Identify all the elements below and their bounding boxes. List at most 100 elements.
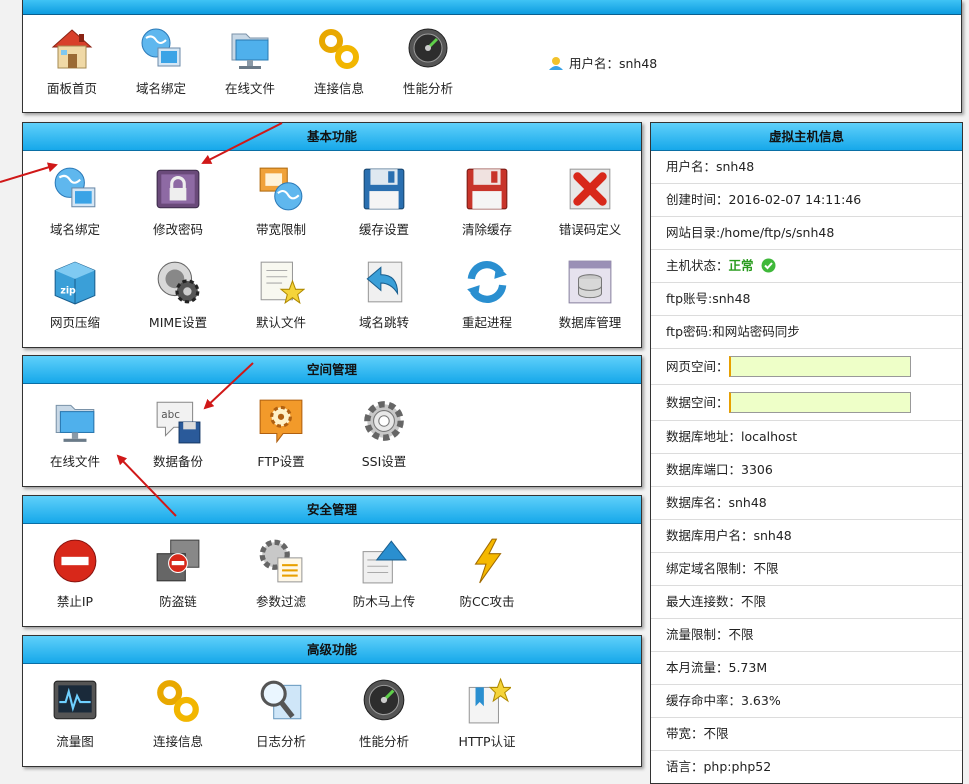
user-info: 用户名：snh48 — [548, 53, 657, 72]
bandwidth-icon — [259, 167, 303, 211]
info-created: 创建时间：2016-02-07 14:11:46 — [651, 184, 962, 217]
item-label: 在线文件 — [49, 454, 100, 469]
performance-icon — [408, 28, 448, 68]
panel-security-title: 安全管理 — [23, 496, 641, 524]
info-db-port: 数据库端口：3306 — [651, 454, 962, 487]
basic-restart-process[interactable]: 重起进程 — [448, 258, 526, 331]
mime-gear-icon — [157, 261, 200, 304]
backup-icon: abc — [156, 401, 201, 444]
item-label: 流量图 — [56, 734, 94, 749]
filter-icon — [259, 539, 303, 583]
domain-icon — [54, 167, 96, 208]
info-data-space: 数据空间： — [651, 385, 962, 421]
advanced-log-analysis[interactable]: 日志分析 — [242, 677, 320, 750]
item-label: 域名跳转 — [358, 315, 409, 330]
item-label: 缓存设置 — [358, 222, 409, 237]
item-label: 禁止IP — [56, 594, 94, 609]
item-label: 数据备份 — [152, 454, 203, 469]
database-icon — [568, 260, 612, 304]
basic-default-file[interactable]: 默认文件 — [242, 258, 320, 331]
info-db-name: 数据库名：snh48 — [651, 487, 962, 520]
top-nav-label: 性能分析 — [402, 81, 453, 96]
info-data-space-label: 数据空间： — [666, 395, 729, 410]
top-nav-label: 面板首页 — [46, 81, 97, 96]
info-ftp-account: ftp账号:snh48 — [651, 283, 962, 316]
chain-icon — [319, 29, 359, 69]
advanced-connection-info[interactable]: 连接信息 — [139, 677, 217, 750]
info-web-space: 网页空间： — [651, 349, 962, 385]
top-nav-label: 在线文件 — [224, 81, 275, 96]
top-nav-panel: 面板首页 域名绑定 在线文件 连接信息 性能分析 用户名：snh48 — [22, 0, 962, 113]
item-label: SSI设置 — [361, 454, 407, 469]
folder-icon — [231, 33, 269, 69]
info-web-space-label: 网页空间： — [666, 359, 729, 374]
domain-icon — [141, 28, 181, 67]
svg-text:zip: zip — [60, 285, 76, 296]
item-label: 防木马上传 — [352, 594, 416, 609]
info-status: 主机状态：正常 — [651, 250, 962, 283]
info-ftp-password: ftp密码:和网站密码同步 — [651, 316, 962, 349]
basic-error-code[interactable]: 错误码定义 — [551, 165, 629, 238]
item-label: HTTP认证 — [458, 734, 516, 749]
top-nav-home[interactable]: 面板首页 — [33, 26, 111, 97]
panel-advanced-title: 高级功能 — [23, 636, 641, 664]
item-label: 重起进程 — [461, 315, 512, 330]
top-nav-performance[interactable]: 性能分析 — [389, 26, 467, 97]
info-status-label: 主机状态： — [666, 258, 729, 273]
host-info-title: 虚拟主机信息 — [651, 123, 962, 151]
basic-bandwidth-limit[interactable]: 带宽限制 — [242, 165, 320, 238]
panel-advanced: 高级功能 流量图 连接信息 日志分析 性能分析 HTTP认证 — [22, 635, 642, 767]
basic-clear-cache[interactable]: 清除缓存 — [448, 165, 526, 238]
panel-basic-title: 基本功能 — [23, 123, 641, 151]
http-auth-icon — [468, 677, 511, 724]
security-param-filter[interactable]: 参数过滤 — [242, 537, 320, 610]
home-icon — [51, 29, 93, 69]
basic-mime[interactable]: MIME设置 — [139, 258, 217, 331]
item-label: 错误码定义 — [558, 222, 622, 237]
panel-basic: 基本功能 域名绑定 修改密码 带宽限制 缓存设置 清除缓存 错误码定义 zip … — [22, 122, 642, 348]
hotlink-icon — [156, 539, 200, 582]
basic-change-password[interactable]: 修改密码 — [139, 165, 217, 238]
basic-domain-bind[interactable]: 域名绑定 — [36, 165, 114, 238]
advanced-traffic-chart[interactable]: 流量图 — [36, 677, 114, 750]
top-nav-connection[interactable]: 连接信息 — [300, 26, 378, 97]
security-anti-trojan-upload[interactable]: 防木马上传 — [345, 537, 423, 610]
restart-icon — [467, 261, 507, 303]
item-label: 防盗链 — [159, 594, 197, 609]
info-status-value: 正常 — [728, 258, 754, 273]
item-label: 性能分析 — [358, 734, 409, 749]
basic-web-compress[interactable]: zip 网页压缩 — [36, 258, 114, 331]
security-forbid-ip[interactable]: 禁止IP — [36, 537, 114, 610]
item-label: 带宽限制 — [255, 222, 306, 237]
folder-icon — [55, 404, 95, 442]
top-nav-label: 域名绑定 — [135, 81, 186, 96]
info-cache-hit: 缓存命中率：3.63% — [651, 685, 962, 718]
basic-database-manage[interactable]: 数据库管理 — [551, 258, 629, 331]
chain-icon — [157, 680, 199, 722]
panel-space: 空间管理 在线文件 abc 数据备份 FTP设置 SSI设置 — [22, 355, 642, 487]
panel-security: 安全管理 禁止IP 防盗链 参数过滤 防木马上传 防CC攻击 — [22, 495, 642, 627]
space-online-files[interactable]: 在线文件 — [36, 397, 114, 470]
space-ftp-settings[interactable]: FTP设置 — [242, 397, 320, 470]
top-nav-domain[interactable]: 域名绑定 — [122, 26, 200, 97]
lightning-icon — [474, 538, 502, 584]
panel-space-title: 空间管理 — [23, 356, 641, 384]
check-icon — [761, 258, 776, 273]
item-label: 网页压缩 — [49, 315, 100, 330]
info-username: 用户名：snh48 — [651, 151, 962, 184]
info-traffic-limit: 流量限制：不限 — [651, 619, 962, 652]
space-ssi-settings[interactable]: SSI设置 — [345, 397, 423, 470]
advanced-http-auth[interactable]: HTTP认证 — [448, 677, 526, 750]
advanced-performance[interactable]: 性能分析 — [345, 677, 423, 750]
basic-cache-settings[interactable]: 缓存设置 — [345, 165, 423, 238]
basic-domain-redirect[interactable]: 域名跳转 — [345, 258, 423, 331]
security-anti-hotlink[interactable]: 防盗链 — [139, 537, 217, 610]
item-label: 修改密码 — [152, 222, 203, 237]
floppy-red-icon — [466, 168, 508, 210]
info-db-user: 数据库用户名：snh48 — [651, 520, 962, 553]
top-nav-files[interactable]: 在线文件 — [211, 26, 289, 97]
floppy-blue-icon — [363, 168, 405, 210]
security-anti-cc[interactable]: 防CC攻击 — [448, 537, 526, 610]
space-data-backup[interactable]: abc 数据备份 — [139, 397, 217, 470]
item-label: MIME设置 — [148, 315, 208, 330]
